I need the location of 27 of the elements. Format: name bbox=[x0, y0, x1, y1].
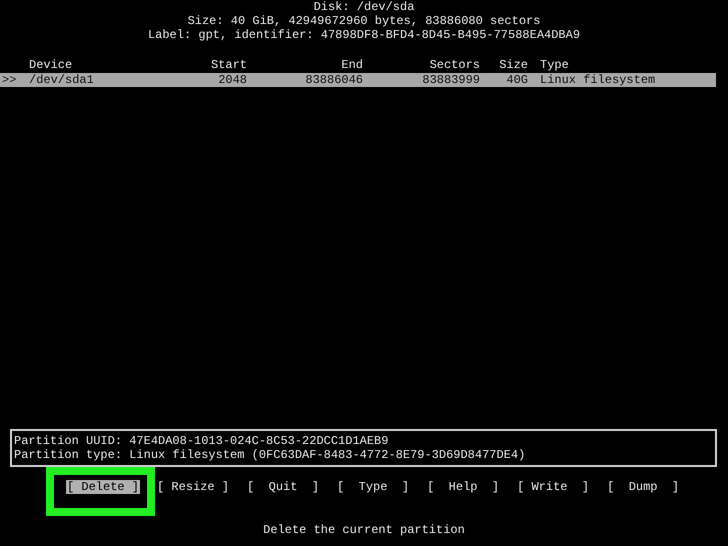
table-cell-text: Linux filesystem bbox=[539, 73, 656, 87]
row-marker: >> bbox=[1, 73, 18, 87]
column-header: Sectors bbox=[428, 58, 480, 72]
column-header: End bbox=[340, 58, 363, 72]
menu-button[interactable]: [ Resize ] bbox=[156, 480, 230, 494]
menu-button[interactable]: [ Dump ] bbox=[606, 480, 680, 494]
partition-info-line: Partition type: Linux filesystem (0FC63DAF-8483-4772-8E79-3D69D8477DE4) bbox=[14, 448, 526, 462]
menu-button[interactable]: [ Delete ] bbox=[66, 480, 140, 494]
column-header: Start bbox=[210, 58, 247, 72]
menu-button[interactable]: [ Write ] bbox=[516, 480, 590, 494]
menu-button[interactable]: [ Type ] bbox=[336, 480, 410, 494]
table-cell-text: /dev/sda1 bbox=[29, 73, 95, 87]
table-cell-text: 83886046 bbox=[304, 73, 363, 87]
partition-info-line: Partition UUID: 47E4DA08-1013-024C-8C53-22DCC1D1AEB9 bbox=[14, 434, 390, 448]
menu-button[interactable]: [ Help ] bbox=[426, 480, 500, 494]
status-message: Delete the current partition bbox=[262, 523, 466, 537]
column-header: Type bbox=[539, 58, 570, 72]
table-cell-text: 2048 bbox=[217, 73, 247, 87]
disk-info-line: Label: gpt, identifier: 47898DF8-BFD4-8D45-B495-77588EA4DBA9 bbox=[148, 28, 580, 42]
disk-info-line: Disk: /dev/sda bbox=[314, 0, 414, 14]
disk-info-line: Size: 40 GiB, 42949672960 bytes, 83886080 sectors bbox=[188, 14, 540, 28]
column-header: Size bbox=[498, 58, 528, 72]
menu-button[interactable]: [ Quit ] bbox=[246, 480, 320, 494]
column-header: Device bbox=[29, 58, 74, 72]
table-cell-text: 83883999 bbox=[421, 73, 480, 87]
partition-row[interactable]: >> /dev/sda1 2048 83886046 83883999 40G Linux filesystem bbox=[0, 73, 716, 87]
table-cell-text: 40G bbox=[505, 73, 528, 87]
